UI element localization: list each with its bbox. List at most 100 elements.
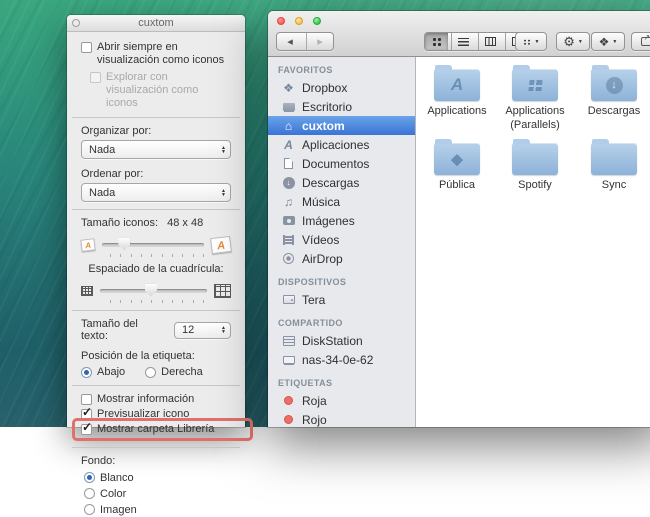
server-icon — [281, 333, 296, 348]
download-icon: ↓ — [281, 175, 296, 190]
view-options-titlebar[interactable]: cuxtom — [67, 15, 245, 32]
show-info-checkbox[interactable] — [81, 394, 92, 405]
dropbox-menu-button[interactable]: ❖ ▼ — [591, 32, 625, 51]
slider-ticks — [110, 254, 204, 257]
browse-checkbox-row: Explorar con visualización como iconos — [90, 71, 231, 110]
sidebar-item-videos[interactable]: Vídeos — [268, 230, 415, 249]
folder-icon[interactable] — [512, 143, 558, 175]
organize-dropdown[interactable]: Nada ▲▼ — [81, 140, 231, 159]
always-open-checkbox[interactable] — [81, 42, 92, 53]
stepper-arrows-icon: ▲▼ — [221, 326, 226, 334]
sidebar-item-musica[interactable]: ♫ Música — [268, 192, 415, 211]
sidebar-item-descargas[interactable]: ↓ Descargas — [268, 173, 415, 192]
list-view-icon — [458, 38, 469, 46]
grid-spacing-slider[interactable] — [100, 289, 207, 293]
back-icon: ◂ — [287, 35, 293, 48]
icon-view-button[interactable] — [425, 33, 448, 50]
caret-down-icon: ▼ — [612, 39, 617, 45]
column-view-button[interactable] — [478, 33, 502, 50]
finder-content-area[interactable]: A Applications Applications (Parallels) … — [416, 57, 650, 427]
zoom-button[interactable] — [313, 17, 321, 25]
music-icon: ♫ — [281, 194, 296, 209]
abajo-radio[interactable] — [81, 367, 92, 378]
public-sign-emblem-icon: ◆ — [434, 143, 480, 175]
sidebar-item-imagenes[interactable]: Imágenes — [268, 211, 415, 230]
dropbox-icon: ❖ — [599, 35, 610, 49]
blanco-radio[interactable] — [84, 472, 95, 483]
text-size-dropdown[interactable]: 12 ▲▼ — [174, 322, 231, 339]
background-blanco-option[interactable]: Blanco — [84, 470, 231, 485]
forward-button[interactable]: ▸ — [306, 33, 333, 50]
folder-icon[interactable]: ◆ — [434, 143, 480, 175]
show-library-checkbox[interactable] — [81, 424, 92, 435]
sidebar-item-dropbox[interactable]: ❖ Dropbox — [268, 78, 415, 97]
arrange-menu-button[interactable]: ▼ — [515, 32, 547, 51]
folder-icon[interactable]: ↓ — [591, 69, 637, 101]
icon-size-value: 48 x 48 — [167, 217, 203, 229]
large-grid-icon — [214, 284, 231, 298]
sidebar-item-diskstation[interactable]: DiskStation — [268, 331, 415, 350]
always-open-label[interactable]: Abrir siempre en visualización como icon… — [97, 41, 231, 67]
sort-dropdown[interactable]: Nada ▲▼ — [81, 183, 231, 202]
action-menu-button[interactable]: ⚙ ▼ — [556, 32, 590, 51]
share-icon — [641, 37, 650, 46]
organize-value: Nada — [89, 144, 115, 156]
folder-icon[interactable]: A — [434, 69, 480, 101]
folder-icon[interactable] — [512, 69, 558, 101]
background-label: Fondo: — [81, 455, 231, 467]
list-view-button[interactable] — [451, 33, 475, 50]
imagen-radio[interactable] — [84, 504, 95, 515]
folder-applications-parallels[interactable]: Applications (Parallels) — [496, 65, 574, 133]
sidebar-item-documentos[interactable]: Documentos — [268, 154, 415, 173]
sidebar-item-escritorio[interactable]: Escritorio — [268, 97, 415, 116]
show-library-checkbox-row[interactable]: Mostrar carpeta Librería — [81, 422, 231, 437]
preview-icon-checkbox-row[interactable]: Previsualizar icono — [81, 407, 231, 422]
icon-size-slider-row — [81, 237, 231, 252]
show-info-checkbox-row[interactable]: Mostrar información — [81, 392, 231, 407]
small-icon-icon — [80, 238, 95, 252]
download-emblem-icon: ↓ — [591, 69, 637, 101]
view-options-title: cuxtom — [138, 17, 173, 29]
windows-flag-emblem-icon — [512, 69, 558, 101]
movies-icon — [281, 232, 296, 247]
grid-spacing-slider-thumb[interactable] — [145, 284, 157, 297]
always-open-checkbox-row[interactable]: Abrir siempre en visualización como icon… — [81, 41, 231, 67]
derecha-radio[interactable] — [145, 367, 156, 378]
sidebar-item-nas[interactable]: nas-34-0e-62 — [268, 350, 415, 369]
folder-applications[interactable]: A Applications — [418, 65, 496, 119]
sidebar-item-tag-rojo[interactable]: Rojo — [268, 410, 415, 427]
organize-label: Organizar por: — [81, 125, 231, 137]
folder-sync[interactable]: Sync — [575, 139, 650, 193]
color-radio[interactable] — [84, 488, 95, 499]
preview-icon-checkbox[interactable] — [81, 409, 92, 420]
document-icon — [281, 156, 296, 171]
background-color-option[interactable]: Color — [84, 486, 231, 501]
column-view-icon — [485, 37, 496, 46]
sidebar-item-aplicaciones[interactable]: A Aplicaciones — [268, 135, 415, 154]
close-button[interactable] — [277, 17, 285, 25]
sidebar-item-airdrop[interactable]: AirDrop — [268, 249, 415, 268]
share-button[interactable] — [631, 32, 650, 51]
sidebar-item-tag-roja[interactable]: Roja — [268, 391, 415, 410]
section-header-favoritos: FAVORITOS — [268, 65, 415, 78]
pictures-icon — [281, 213, 296, 228]
stepper-arrows-icon: ▲▼ — [221, 146, 226, 154]
home-icon: ⌂ — [281, 118, 296, 133]
icon-size-slider-thumb[interactable] — [118, 238, 130, 251]
folder-icon[interactable] — [591, 143, 637, 175]
minimize-button[interactable] — [295, 17, 303, 25]
label-position-abajo-option[interactable]: Abajo — [81, 366, 125, 378]
background-imagen-option[interactable]: Imagen — [84, 502, 231, 517]
folder-spotify[interactable]: Spotify — [496, 139, 574, 193]
sidebar-item-cuxtom[interactable]: ⌂ cuxtom — [268, 116, 415, 135]
finder-titlebar[interactable]: ◂ ▸ ▼ ⚙ ▼ ❖ ▼ — [268, 11, 650, 57]
small-grid-icon — [81, 286, 93, 296]
folder-publica[interactable]: ◆ Pública — [418, 139, 496, 193]
folder-descargas[interactable]: ↓ Descargas — [575, 65, 650, 119]
sidebar-item-tera[interactable]: Tera — [268, 290, 415, 309]
icon-size-slider[interactable] — [102, 243, 204, 247]
label-position-derecha-option[interactable]: Derecha — [145, 366, 203, 378]
icon-view-icon — [432, 37, 441, 46]
back-button[interactable]: ◂ — [277, 33, 303, 50]
close-button[interactable] — [72, 19, 80, 27]
